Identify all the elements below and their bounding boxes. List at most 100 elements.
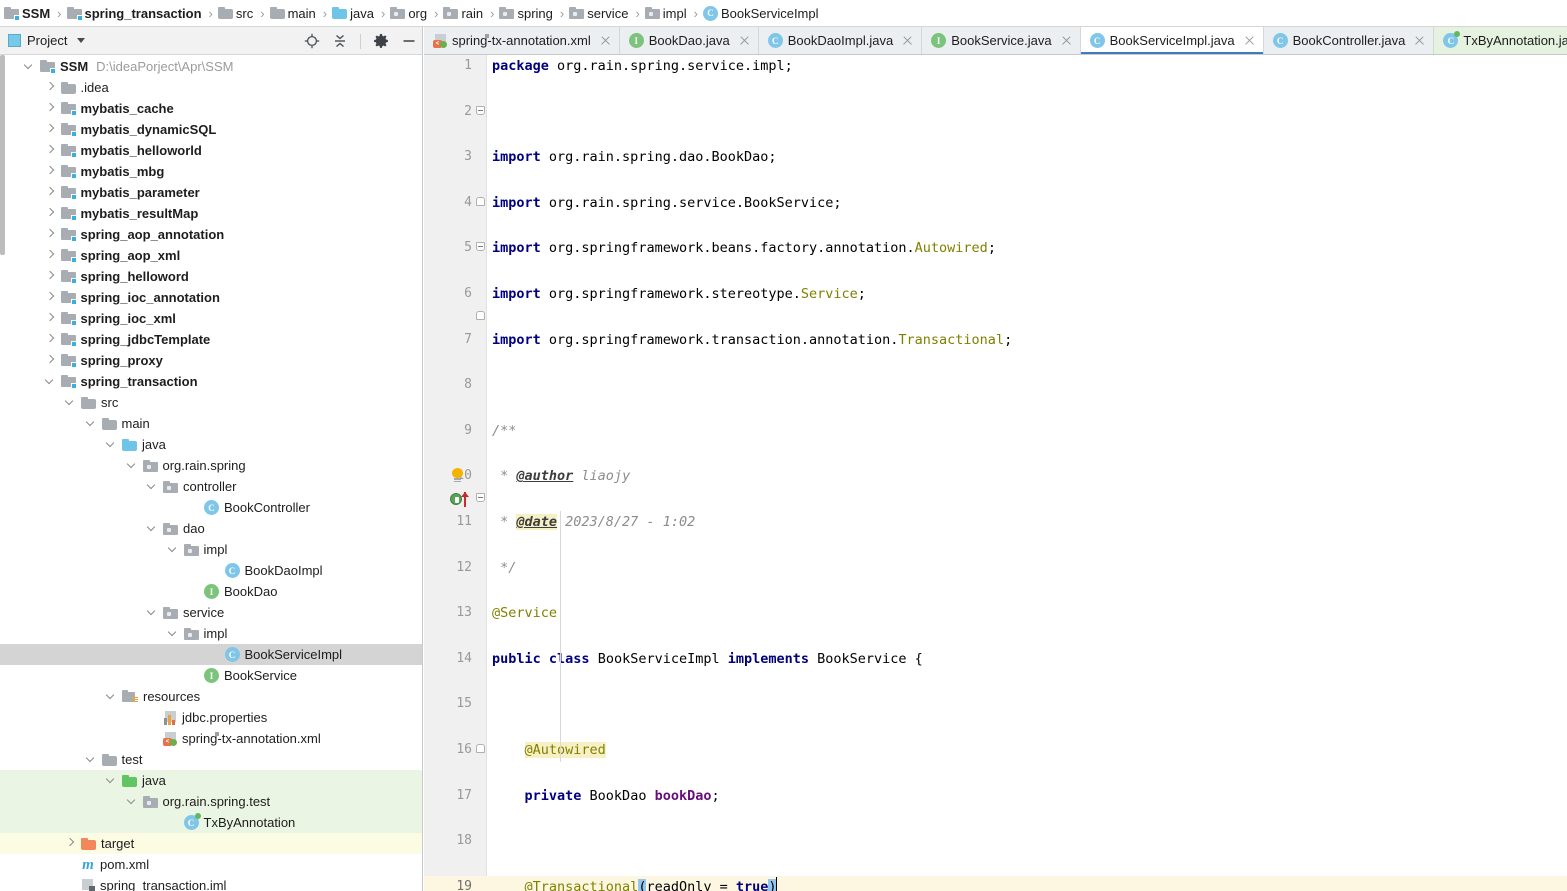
tree-node-impl[interactable]: impl [0,623,422,644]
chevron-right-icon[interactable] [45,250,56,261]
editor-tab-bar[interactable]: < spring-tx-annotation.xml I BookDao.java C B… [424,27,1567,55]
editor-tab-bookdaoimpl-java[interactable]: C BookDaoImpl.java [758,27,923,54]
tree-node-impl[interactable]: impl [0,539,422,560]
chevron-right-icon[interactable] [45,229,56,240]
tree-node-spring-aop-annotation[interactable]: spring_aop_annotation [0,224,422,245]
tree-node-resources[interactable]: resources [0,686,422,707]
chevron-right-icon[interactable] [45,292,56,303]
minimize-icon[interactable] [401,33,417,49]
close-icon[interactable] [902,35,913,46]
breadcrumb-item-java[interactable]: java [332,0,374,26]
chevron-down-icon[interactable] [86,754,97,765]
breadcrumb-item-spring[interactable]: spring [499,0,553,26]
code-line[interactable]: 9 /** [424,420,1567,443]
code-line[interactable]: 10 * @author liaojy [424,465,1567,488]
chevron-right-icon[interactable] [45,187,56,198]
editor-tab-bookservice-java[interactable]: I BookService.java [922,27,1081,54]
tree-node-target[interactable]: target [0,833,422,854]
tree-node-spring-ioc-xml[interactable]: spring_ioc_xml [0,308,422,329]
collapse-all-icon[interactable] [332,33,348,49]
chevron-down-icon[interactable] [77,38,86,43]
chevron-right-icon[interactable] [45,124,56,135]
tree-node-java[interactable]: java [0,434,422,455]
chevron-down-icon[interactable] [65,397,76,408]
chevron-right-icon[interactable] [65,838,76,849]
breadcrumb-item-rain[interactable]: rain [443,0,483,26]
code-line[interactable]: 11 * @date 2023/8/27 - 1:02 [424,511,1567,534]
breadcrumb-item-bookserviceimpl[interactable]: C BookServiceImpl [702,0,819,26]
tree-node-mybatis-cache[interactable]: mybatis_cache [0,98,422,119]
chevron-down-icon[interactable] [106,775,117,786]
code-line[interactable]: 17 private BookDao bookDao; [424,785,1567,808]
tree-node-org-rain-spring-test[interactable]: org.rain.spring.test [0,791,422,812]
code-line[interactable]: 4 import org.rain.spring.service.BookServ… [424,192,1567,215]
code-fold-marker[interactable] [476,237,486,260]
breadcrumb-item-impl[interactable]: impl [644,0,687,26]
close-icon[interactable] [739,35,750,46]
breadcrumb-item-spring-transaction[interactable]: spring_transaction [66,0,202,26]
code-line[interactable]: 8 [424,374,1567,397]
tree-node-spring-helloword[interactable]: spring_helloword [0,266,422,287]
tree-node-mybatis-resultmap[interactable]: mybatis_resultMap [0,203,422,224]
code-fold-marker[interactable] [476,306,486,329]
chevron-down-icon[interactable] [127,460,138,471]
tree-node-controller[interactable]: controller [0,476,422,497]
chevron-right-icon[interactable] [45,271,56,282]
close-icon[interactable] [1244,35,1255,46]
code-line[interactable]: 5 import org.springframework.beans.factor… [424,237,1567,260]
tree-node-bookdao[interactable]: I BookDao [0,581,422,602]
code-editor[interactable]: 1 package org.rain.spring.service.impl; 2 3… [424,55,1567,891]
code-line[interactable]: 13 @Service [424,602,1567,625]
code-line[interactable]: 1 package org.rain.spring.service.impl; [424,55,1567,78]
project-view-selector[interactable]: Project [0,33,86,48]
editor-tab-txbyannotation-java[interactable]: C TxByAnnotation.java [1434,27,1567,54]
chevron-down-icon[interactable] [147,607,158,618]
chevron-right-icon[interactable] [45,103,56,114]
gear-icon[interactable] [373,33,389,49]
editor-tab-bookserviceimpl-java[interactable]: C BookServiceImpl.java [1080,27,1264,54]
code-line[interactable]: 14 public class BookServiceImpl implement… [424,648,1567,671]
tree-node-bookservice[interactable]: I BookService [0,665,422,686]
tree-node-bookdaoimpl[interactable]: C BookDaoImpl [0,560,422,581]
tree-node-mybatis-parameter[interactable]: mybatis_parameter [0,182,422,203]
code-line[interactable]: 12 */ [424,557,1567,580]
breadcrumb-item-main[interactable]: main [269,0,316,26]
tree-node-spring-transaction-iml[interactable]: spring_transaction.iml [0,875,422,891]
tree-node-service[interactable]: service [0,602,422,623]
code-fold-marker[interactable] [476,739,486,762]
breadcrumb-item-service[interactable]: service [569,0,628,26]
tree-node-spring-tx-annotation-xml[interactable]: < spring-tx-annotation.xml [0,728,422,749]
tree-node-spring-transaction[interactable]: spring_transaction [0,371,422,392]
close-icon[interactable] [600,35,611,46]
tree-node-bookserviceimpl[interactable]: C BookServiceImpl [0,644,422,665]
editor-tab-spring-tx-annotation-xml[interactable]: < spring-tx-annotation.xml [424,27,620,54]
tree-node-org-rain-spring[interactable]: org.rain.spring [0,455,422,476]
chevron-right-icon[interactable] [45,166,56,177]
intention-bulb-icon[interactable] [424,465,486,488]
tree-node-mybatis-mbg[interactable]: mybatis_mbg [0,161,422,182]
code-line[interactable]: 18 [424,830,1567,853]
code-lines[interactable]: 1 package org.rain.spring.service.impl; 2 3… [424,55,1567,891]
code-line[interactable]: 19 @Transactional(readOnly = true) [424,875,1567,891]
code-line[interactable]: 16 @Autowired [424,739,1567,762]
tree-node-spring-jdbctemplate[interactable]: spring_jdbcTemplate [0,329,422,350]
chevron-down-icon[interactable] [127,796,138,807]
code-fold-marker[interactable] [476,192,486,215]
tree-node-dao[interactable]: dao [0,518,422,539]
editor-tab-bookcontroller-java[interactable]: C BookController.java [1263,27,1435,54]
chevron-right-icon[interactable] [45,208,56,219]
tree-node--idea[interactable]: .idea [0,77,422,98]
chevron-down-icon[interactable] [106,691,117,702]
tree-node-src[interactable]: src [0,392,422,413]
tree-node-spring-proxy[interactable]: spring_proxy [0,350,422,371]
code-fold-marker[interactable] [476,101,486,124]
breadcrumb-item-ssm[interactable]: SSM [4,0,50,26]
breadcrumb-item-src[interactable]: src [217,0,253,26]
chevron-right-icon[interactable] [45,313,56,324]
editor-tab-bookdao-java[interactable]: I BookDao.java [619,27,759,54]
close-icon[interactable] [1061,35,1072,46]
chevron-right-icon[interactable] [45,145,56,156]
chevron-down-icon[interactable] [168,544,179,555]
close-icon[interactable] [1414,35,1425,46]
chevron-down-icon[interactable] [147,481,158,492]
